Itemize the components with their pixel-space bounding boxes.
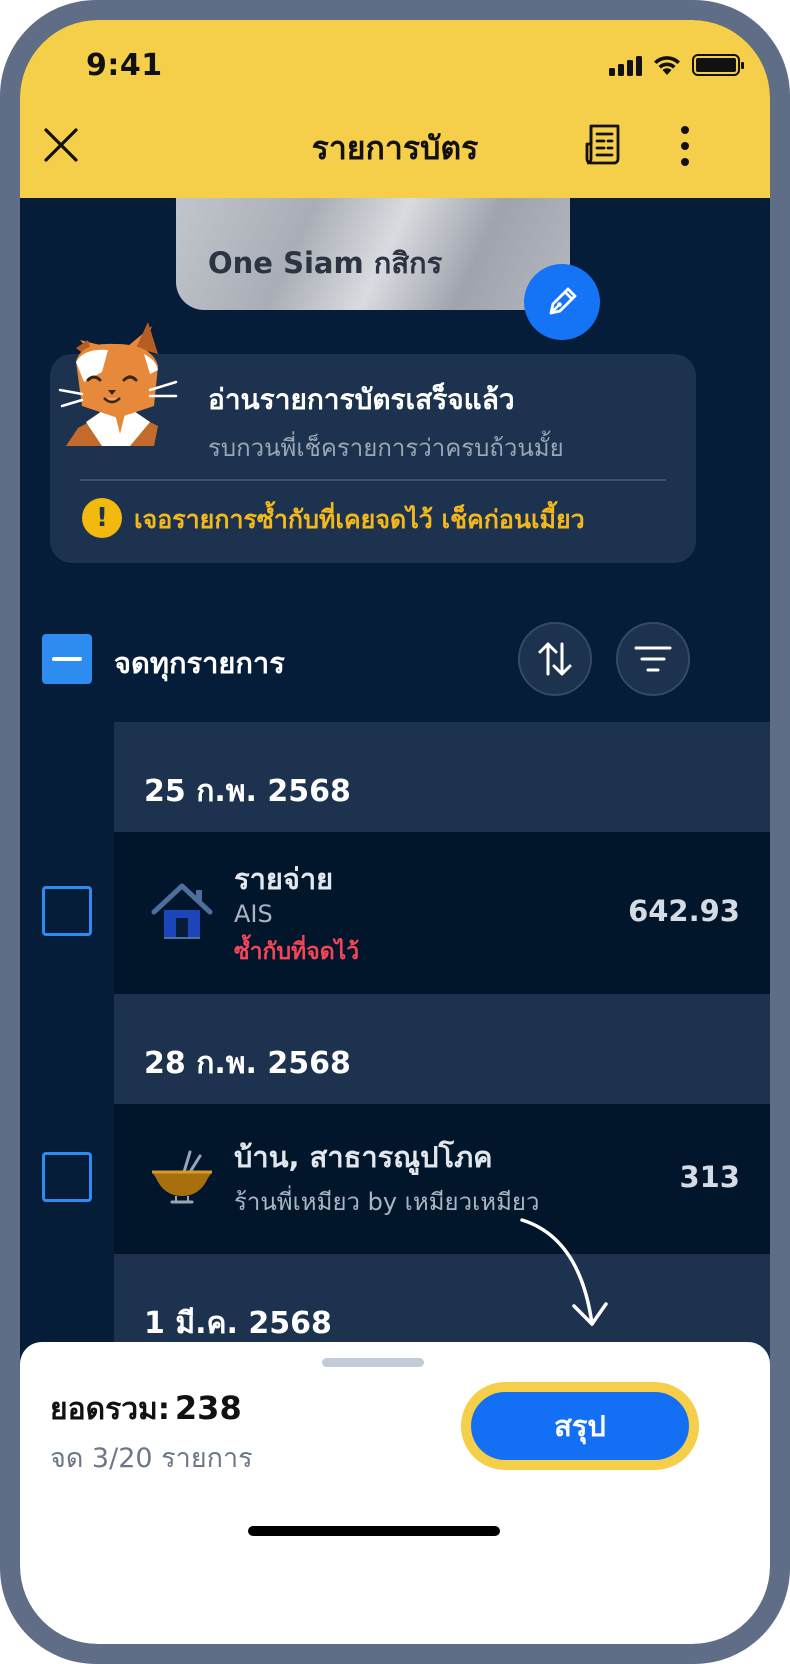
- select-all-checkbox[interactable]: [42, 634, 92, 684]
- curved-arrow-icon: [520, 1218, 608, 1326]
- transaction-checkbox[interactable]: [42, 1152, 92, 1202]
- sort-icon: [538, 642, 572, 676]
- sheet-drag-handle[interactable]: [322, 1358, 424, 1367]
- app-screen: 9:41 รายการบัตร One Siam กสิกร อ่านรายกา…: [20, 20, 770, 1644]
- total-value: 238: [174, 1389, 242, 1427]
- page-title: รายการบัตร: [311, 129, 479, 167]
- signal-icon: [609, 54, 642, 76]
- top-bar: 9:41 รายการบัตร: [20, 20, 770, 198]
- pen-icon: [549, 287, 577, 315]
- card-name: One Siam กสิกร: [208, 246, 443, 280]
- transaction-row[interactable]: บ้าน, สาธารณูปโภค ร้านพี่เหมียว by เหมีย…: [114, 1104, 770, 1254]
- transaction-checkbox[interactable]: [42, 886, 92, 936]
- filter-icon: [634, 646, 672, 672]
- duplicate-label: ซ้ำกับที่จดไว้: [234, 939, 360, 965]
- battery-icon: [692, 54, 744, 76]
- notice-subtitle: รบกวนพี่เช็ครายการว่าครบถ้วนมั้ย: [208, 434, 564, 462]
- house-icon: [151, 883, 213, 939]
- transaction-amount: 313: [679, 1160, 740, 1194]
- summary-bottom-sheet: ยอดรวม: 238 จด 3/20 รายการ สรุป: [20, 1342, 770, 1644]
- date-label: 25 ก.พ. 2568: [144, 774, 351, 809]
- total-line: ยอดรวม: 238: [50, 1386, 242, 1433]
- transaction-category: รายจ่าย: [234, 862, 334, 896]
- date-header: 28 ก.พ. 2568: [114, 994, 770, 1104]
- wifi-icon: [654, 56, 680, 75]
- date-label: 1 มี.ค. 2568: [144, 1306, 332, 1341]
- notice-divider: [80, 479, 666, 481]
- select-all-label[interactable]: จดทุกรายการ: [114, 640, 285, 686]
- status-time: 9:41: [86, 48, 163, 83]
- transaction-merchant: AIS: [234, 900, 273, 928]
- transaction-amount: 642.93: [628, 894, 740, 928]
- date-header: 25 ก.พ. 2568: [114, 722, 770, 832]
- total-label: ยอดรวม:: [50, 1392, 170, 1427]
- notice-title: อ่านรายการบัตรเสร็จแล้ว: [208, 383, 515, 416]
- transaction-category: บ้าน, สาธารณูปโภค: [234, 1140, 493, 1174]
- receipt-icon[interactable]: [582, 122, 624, 166]
- cat-mascot-icon: [58, 322, 178, 446]
- filter-button[interactable]: [616, 622, 690, 696]
- home-indicator: [248, 1526, 500, 1536]
- recorded-count: จด 3/20 รายการ: [50, 1443, 253, 1474]
- edit-card-button[interactable]: [524, 264, 600, 340]
- transaction-row[interactable]: รายจ่าย AIS ซ้ำกับที่จดไว้ 642.93: [114, 832, 770, 994]
- status-icons: [609, 54, 744, 76]
- more-vertical-icon[interactable]: [670, 124, 700, 168]
- date-label: 28 ก.พ. 2568: [144, 1046, 351, 1081]
- summary-button[interactable]: สรุป: [471, 1392, 689, 1460]
- transaction-merchant: ร้านพี่เหมียว by เหมียวเหมียว: [234, 1188, 540, 1216]
- summary-button-highlight: สรุป: [461, 1382, 699, 1470]
- noodle-bowl-icon: [152, 1150, 212, 1204]
- sort-button[interactable]: [518, 622, 592, 696]
- phone-frame: 9:41 รายการบัตร One Siam กสิกร อ่านรายกา…: [0, 0, 790, 1664]
- warning-icon: !: [82, 498, 122, 538]
- duplicate-warning[interactable]: เจอรายการซ้ำกับที่เคยจดไว้ เช็คก่อนเมี้ย…: [134, 500, 585, 540]
